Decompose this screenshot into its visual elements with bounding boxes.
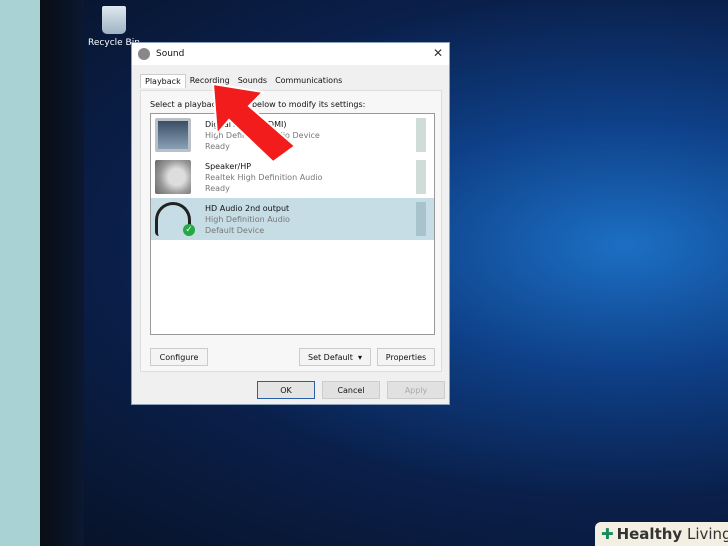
monitor-icon: [155, 118, 191, 152]
device-status: Default Device: [205, 225, 265, 235]
set-default-button[interactable]: Set Default ▾: [299, 348, 371, 366]
device-driver: Realtek High Definition Audio: [205, 172, 323, 182]
plus-icon: ✚: [601, 525, 614, 543]
tab-playback[interactable]: Playback: [140, 74, 186, 88]
dialog-title: Sound: [156, 49, 185, 59]
level-meter: [416, 202, 426, 236]
device-status: Ready: [205, 183, 230, 193]
brand-light: Living: [682, 525, 728, 543]
level-meter: [416, 160, 426, 194]
device-driver: High Definition Audio: [205, 214, 290, 224]
monitor-bezel: [40, 0, 84, 546]
recycle-bin-icon: [102, 6, 126, 34]
ok-button[interactable]: OK: [257, 381, 315, 399]
close-icon[interactable]: ✕: [433, 46, 443, 60]
watermark-logo: ✚ Healthy Living: [595, 522, 728, 546]
wall: [0, 0, 40, 546]
default-check-icon: ✓: [183, 224, 195, 236]
device-name: HD Audio 2nd output: [205, 203, 290, 213]
red-arrow-annotation: [211, 82, 297, 164]
device-item-selected[interactable]: ✓ HD Audio 2nd output High Definition Audi…: [151, 198, 434, 240]
set-default-label: Set Default: [307, 352, 353, 362]
apply-button[interactable]: Apply: [387, 381, 445, 399]
chevron-down-icon: ▾: [358, 352, 363, 362]
cancel-button[interactable]: Cancel: [322, 381, 380, 399]
title-bar: Sound: [132, 43, 449, 65]
brand-bold: Healthy: [616, 525, 683, 543]
speaker-icon: [155, 160, 191, 194]
properties-button[interactable]: Properties: [377, 348, 435, 366]
speaker-icon: [138, 48, 150, 60]
level-meter: [416, 118, 426, 152]
configure-button[interactable]: Configure: [150, 348, 208, 366]
